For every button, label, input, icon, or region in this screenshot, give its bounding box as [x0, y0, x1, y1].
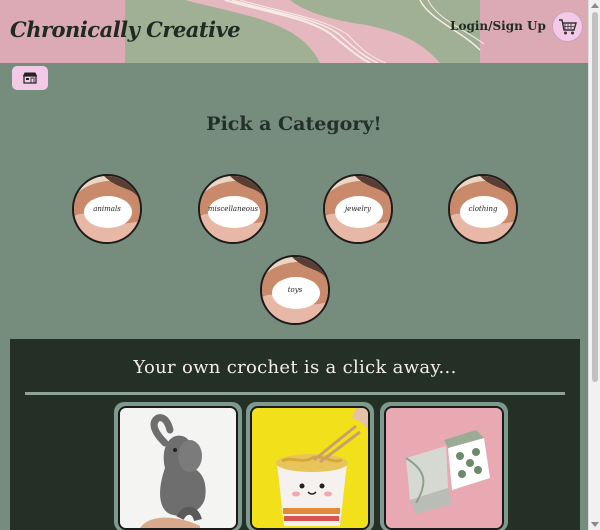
divider [25, 392, 565, 395]
product-card-dice[interactable] [380, 402, 508, 530]
scroll-thumb[interactable] [592, 12, 598, 382]
dice-image [386, 408, 502, 528]
shop-icon [23, 72, 37, 84]
categories-heading: Pick a Category! [206, 113, 382, 135]
brand-logo[interactable]: Chronically Creative [10, 17, 241, 42]
cart-icon [558, 18, 577, 34]
category-animals[interactable]: animals [72, 174, 142, 244]
page-scrollbar[interactable] [588, 0, 600, 530]
product-image [250, 406, 370, 530]
cart-button[interactable] [552, 11, 583, 42]
noodle-cup-image [252, 408, 368, 528]
scroll-down-arrow[interactable] [591, 522, 599, 527]
category-label: jewelry [345, 205, 371, 213]
shop-button[interactable] [12, 66, 48, 90]
category-label: toys [287, 286, 303, 294]
category-miscellaneous[interactable]: miscellaneous [198, 174, 268, 244]
product-image [384, 406, 504, 530]
site-header: Chronically Creative Login/Sign Up [0, 0, 588, 63]
elephant-image [120, 408, 236, 528]
product-image [118, 406, 238, 530]
category-label: miscellaneous [207, 205, 259, 213]
login-signup-link[interactable]: Login/Sign Up [450, 19, 546, 33]
category-label: animals [93, 205, 121, 213]
scroll-up-arrow[interactable] [591, 3, 599, 8]
showcase-tagline: Your own crochet is a click away... [133, 357, 457, 378]
category-clothing[interactable]: clothing [448, 174, 518, 244]
product-card-noodle-cup[interactable] [246, 402, 374, 530]
product-card-elephant[interactable] [114, 402, 242, 530]
category-label: clothing [468, 205, 498, 213]
category-toys[interactable]: toys [260, 255, 330, 325]
showcase-section: Your own crochet is a click away... [10, 339, 580, 530]
category-jewelry[interactable]: jewelry [323, 174, 393, 244]
